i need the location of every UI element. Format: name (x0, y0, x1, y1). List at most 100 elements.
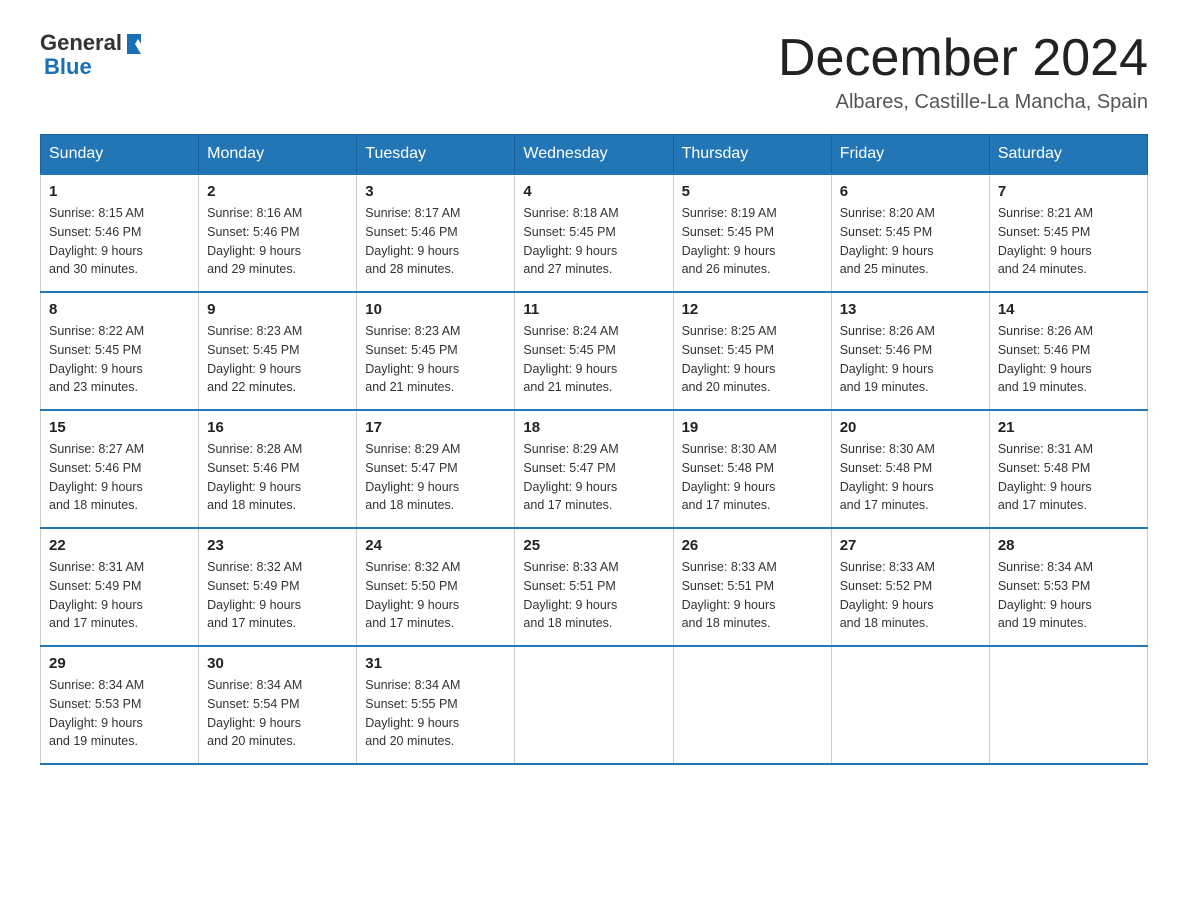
calendar-cell: 13 Sunrise: 8:26 AMSunset: 5:46 PMDayligh… (831, 292, 989, 410)
day-info: Sunrise: 8:19 AMSunset: 5:45 PMDaylight:… (682, 204, 823, 279)
day-number: 16 (207, 419, 348, 436)
day-number: 13 (840, 301, 981, 318)
day-info: Sunrise: 8:34 AMSunset: 5:53 PMDaylight:… (49, 676, 190, 751)
day-info: Sunrise: 8:32 AMSunset: 5:49 PMDaylight:… (207, 558, 348, 633)
day-info: Sunrise: 8:21 AMSunset: 5:45 PMDaylight:… (998, 204, 1139, 279)
weekday-thursday: Thursday (673, 135, 831, 175)
location-text: Albares, Castille-La Mancha, Spain (778, 91, 1148, 114)
calendar-cell: 7 Sunrise: 8:21 AMSunset: 5:45 PMDaylight… (989, 174, 1147, 292)
day-number: 6 (840, 183, 981, 200)
logo-general-text: General (40, 30, 122, 56)
calendar-cell (673, 646, 831, 764)
weekday-row: SundayMondayTuesdayWednesdayThursdayFrid… (41, 135, 1148, 175)
weekday-tuesday: Tuesday (357, 135, 515, 175)
day-info: Sunrise: 8:25 AMSunset: 5:45 PMDaylight:… (682, 322, 823, 397)
day-number: 24 (365, 537, 506, 554)
day-number: 18 (523, 419, 664, 436)
weekday-wednesday: Wednesday (515, 135, 673, 175)
calendar-cell: 1Sunrise: 8:15 AMSunset: 5:46 PMDaylight… (41, 174, 199, 292)
week-row-2: 8Sunrise: 8:22 AMSunset: 5:45 PMDaylight… (41, 292, 1148, 410)
calendar-cell: 11 Sunrise: 8:24 AMSunset: 5:45 PMDayligh… (515, 292, 673, 410)
day-number: 31 (365, 655, 506, 672)
day-number: 21 (998, 419, 1139, 436)
calendar-cell: 23 Sunrise: 8:32 AMSunset: 5:49 PMDayligh… (199, 528, 357, 646)
calendar-cell: 21 Sunrise: 8:31 AMSunset: 5:48 PMDayligh… (989, 410, 1147, 528)
calendar-header: SundayMondayTuesdayWednesdayThursdayFrid… (41, 135, 1148, 175)
title-section: December 2024 Albares, Castille-La Manch… (778, 30, 1148, 114)
calendar-cell: 12 Sunrise: 8:25 AMSunset: 5:45 PMDayligh… (673, 292, 831, 410)
calendar-cell (515, 646, 673, 764)
day-info: Sunrise: 8:28 AMSunset: 5:46 PMDaylight:… (207, 440, 348, 515)
day-number: 19 (682, 419, 823, 436)
day-info: Sunrise: 8:20 AMSunset: 5:45 PMDaylight:… (840, 204, 981, 279)
logo-flag-icon (123, 32, 145, 54)
calendar-cell: 5 Sunrise: 8:19 AMSunset: 5:45 PMDaylight… (673, 174, 831, 292)
logo: General Blue (40, 30, 146, 80)
day-info: Sunrise: 8:22 AMSunset: 5:45 PMDaylight:… (49, 322, 190, 397)
day-number: 12 (682, 301, 823, 318)
day-info: Sunrise: 8:29 AMSunset: 5:47 PMDaylight:… (523, 440, 664, 515)
day-number: 22 (49, 537, 190, 554)
day-info: Sunrise: 8:33 AMSunset: 5:52 PMDaylight:… (840, 558, 981, 633)
month-title: December 2024 (778, 30, 1148, 87)
calendar-cell: 3Sunrise: 8:17 AMSunset: 5:46 PMDaylight… (357, 174, 515, 292)
week-row-3: 15 Sunrise: 8:27 AMSunset: 5:46 PMDayligh… (41, 410, 1148, 528)
day-info: Sunrise: 8:24 AMSunset: 5:45 PMDaylight:… (523, 322, 664, 397)
day-number: 7 (998, 183, 1139, 200)
calendar-body: 1Sunrise: 8:15 AMSunset: 5:46 PMDaylight… (41, 174, 1148, 764)
day-info: Sunrise: 8:23 AMSunset: 5:45 PMDaylight:… (207, 322, 348, 397)
calendar-cell (831, 646, 989, 764)
day-info: Sunrise: 8:18 AMSunset: 5:45 PMDaylight:… (523, 204, 664, 279)
calendar-cell: 24Sunrise: 8:32 AMSunset: 5:50 PMDayligh… (357, 528, 515, 646)
calendar-cell: 15 Sunrise: 8:27 AMSunset: 5:46 PMDayligh… (41, 410, 199, 528)
day-number: 4 (523, 183, 664, 200)
calendar-cell: 28 Sunrise: 8:34 AMSunset: 5:53 PMDayligh… (989, 528, 1147, 646)
day-info: Sunrise: 8:16 AMSunset: 5:46 PMDaylight:… (207, 204, 348, 279)
day-info: Sunrise: 8:33 AMSunset: 5:51 PMDaylight:… (523, 558, 664, 633)
weekday-sunday: Sunday (41, 135, 199, 175)
day-number: 29 (49, 655, 190, 672)
calendar-cell: 25Sunrise: 8:33 AMSunset: 5:51 PMDayligh… (515, 528, 673, 646)
calendar-cell: 19Sunrise: 8:30 AMSunset: 5:48 PMDayligh… (673, 410, 831, 528)
day-info: Sunrise: 8:27 AMSunset: 5:46 PMDaylight:… (49, 440, 190, 515)
day-info: Sunrise: 8:31 AMSunset: 5:48 PMDaylight:… (998, 440, 1139, 515)
calendar-cell: 9 Sunrise: 8:23 AMSunset: 5:45 PMDaylight… (199, 292, 357, 410)
day-info: Sunrise: 8:15 AMSunset: 5:46 PMDaylight:… (49, 204, 190, 279)
day-number: 28 (998, 537, 1139, 554)
weekday-saturday: Saturday (989, 135, 1147, 175)
day-info: Sunrise: 8:23 AMSunset: 5:45 PMDaylight:… (365, 322, 506, 397)
calendar-cell: 14Sunrise: 8:26 AMSunset: 5:46 PMDayligh… (989, 292, 1147, 410)
calendar-cell: 4 Sunrise: 8:18 AMSunset: 5:45 PMDaylight… (515, 174, 673, 292)
weekday-monday: Monday (199, 135, 357, 175)
day-number: 11 (523, 301, 664, 318)
day-number: 15 (49, 419, 190, 436)
calendar-cell: 31 Sunrise: 8:34 AMSunset: 5:55 PMDayligh… (357, 646, 515, 764)
day-info: Sunrise: 8:34 AMSunset: 5:53 PMDaylight:… (998, 558, 1139, 633)
calendar-cell: 26Sunrise: 8:33 AMSunset: 5:51 PMDayligh… (673, 528, 831, 646)
day-number: 27 (840, 537, 981, 554)
day-info: Sunrise: 8:26 AMSunset: 5:46 PMDaylight:… (840, 322, 981, 397)
calendar-cell: 8Sunrise: 8:22 AMSunset: 5:45 PMDaylight… (41, 292, 199, 410)
day-number: 20 (840, 419, 981, 436)
day-number: 10 (365, 301, 506, 318)
calendar-cell: 18 Sunrise: 8:29 AMSunset: 5:47 PMDayligh… (515, 410, 673, 528)
day-number: 23 (207, 537, 348, 554)
day-info: Sunrise: 8:33 AMSunset: 5:51 PMDaylight:… (682, 558, 823, 633)
logo-blue-text: Blue (44, 54, 92, 79)
calendar-cell: 10 Sunrise: 8:23 AMSunset: 5:45 PMDayligh… (357, 292, 515, 410)
calendar-cell: 2 Sunrise: 8:16 AMSunset: 5:46 PMDaylight… (199, 174, 357, 292)
day-number: 5 (682, 183, 823, 200)
day-number: 30 (207, 655, 348, 672)
day-info: Sunrise: 8:31 AMSunset: 5:49 PMDaylight:… (49, 558, 190, 633)
day-number: 17 (365, 419, 506, 436)
calendar-table: SundayMondayTuesdayWednesdayThursdayFrid… (40, 134, 1148, 765)
calendar-cell: 17Sunrise: 8:29 AMSunset: 5:47 PMDayligh… (357, 410, 515, 528)
day-info: Sunrise: 8:34 AMSunset: 5:55 PMDaylight:… (365, 676, 506, 751)
week-row-4: 22 Sunrise: 8:31 AMSunset: 5:49 PMDayligh… (41, 528, 1148, 646)
day-number: 9 (207, 301, 348, 318)
week-row-5: 29 Sunrise: 8:34 AMSunset: 5:53 PMDayligh… (41, 646, 1148, 764)
day-info: Sunrise: 8:30 AMSunset: 5:48 PMDaylight:… (840, 440, 981, 515)
day-info: Sunrise: 8:17 AMSunset: 5:46 PMDaylight:… (365, 204, 506, 279)
day-number: 2 (207, 183, 348, 200)
calendar-cell: 29 Sunrise: 8:34 AMSunset: 5:53 PMDayligh… (41, 646, 199, 764)
